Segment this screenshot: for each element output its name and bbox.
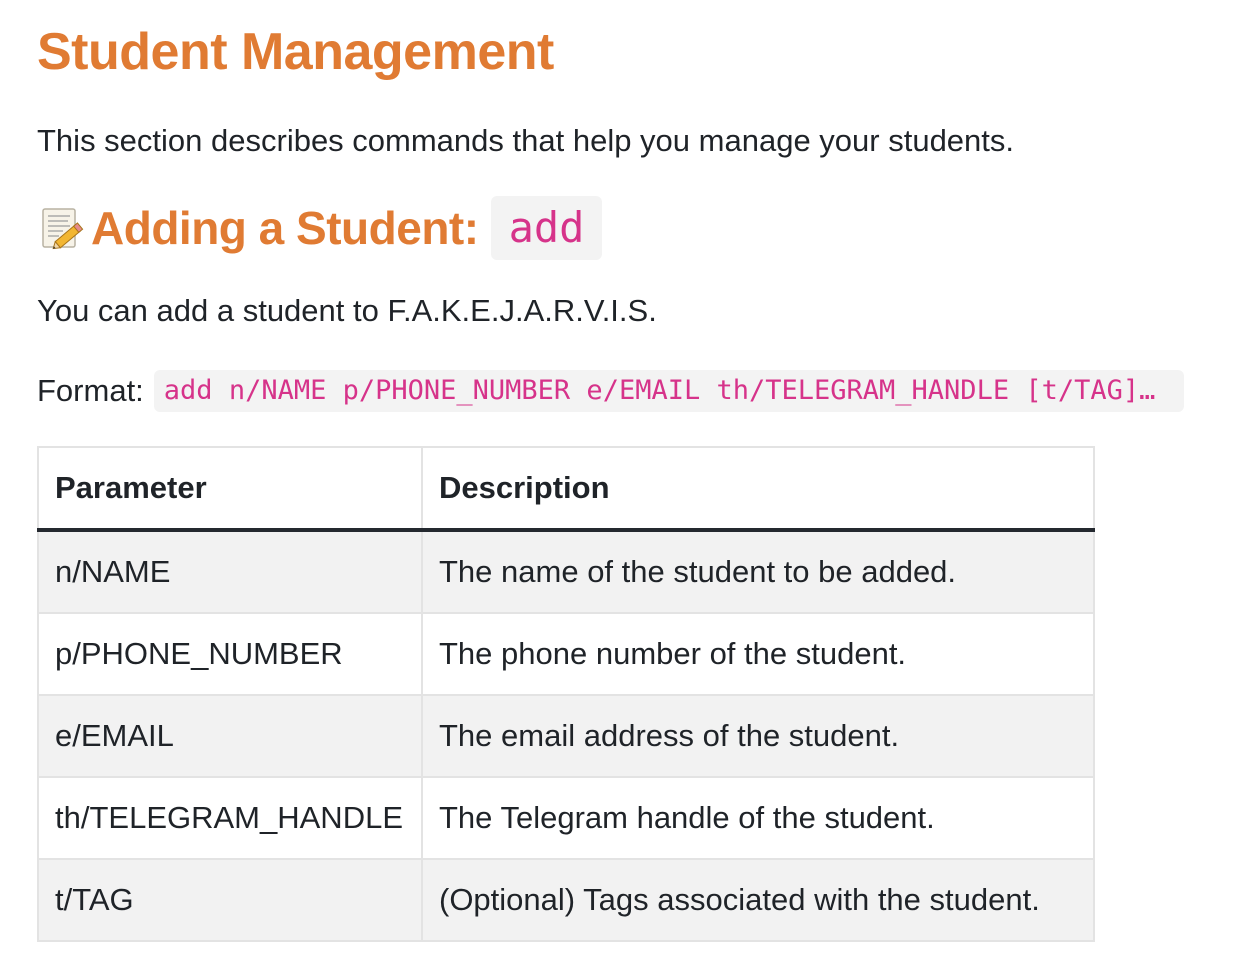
parameter-cell: e/EMAIL	[37, 694, 423, 778]
header-parameter: Parameter	[37, 446, 423, 532]
section-heading-text: Adding a Student:	[91, 202, 479, 254]
parameter-cell: t/TAG	[37, 858, 423, 942]
section-heading-add: Adding a Student: add	[41, 195, 603, 261]
table-row: th/TELEGRAM_HANDLE The Telegram handle o…	[37, 776, 1095, 860]
description-cell: The email address of the student.	[421, 694, 1095, 778]
table-row: p/PHONE_NUMBER The phone number of the s…	[37, 612, 1095, 696]
parameter-cell: p/PHONE_NUMBER	[37, 612, 423, 696]
parameter-table: Parameter Description n/NAME The name of…	[37, 446, 1095, 942]
table-row: t/TAG (Optional) Tags associated with th…	[37, 858, 1095, 942]
table-row: e/EMAIL The email address of the student…	[37, 694, 1095, 778]
description-cell: (Optional) Tags associated with the stud…	[421, 858, 1095, 942]
intro-paragraph: This section describes commands that hel…	[37, 123, 1015, 158]
parameter-cell: th/TELEGRAM_HANDLE	[37, 776, 423, 860]
page-title: Student Management	[37, 23, 554, 81]
format-line: Format: add n/NAME p/PHONE_NUMBER e/EMAI…	[37, 370, 1184, 412]
command-code: add	[490, 196, 603, 260]
table-row: n/NAME The name of the student to be add…	[37, 529, 1095, 614]
parameter-cell: n/NAME	[37, 529, 423, 614]
description-cell: The name of the student to be added.	[421, 529, 1095, 614]
section-lead: You can add a student to F.A.K.E.J.A.R.V…	[37, 293, 657, 328]
table-header-row: Parameter Description	[37, 446, 1095, 532]
format-label: Format:	[37, 373, 144, 408]
format-code: add n/NAME p/PHONE_NUMBER e/EMAIL th/TEL…	[153, 370, 1184, 412]
header-description: Description	[421, 446, 1095, 532]
description-cell: The phone number of the student.	[421, 612, 1095, 696]
description-cell: The Telegram handle of the student.	[421, 776, 1095, 860]
memo-icon	[41, 205, 85, 251]
